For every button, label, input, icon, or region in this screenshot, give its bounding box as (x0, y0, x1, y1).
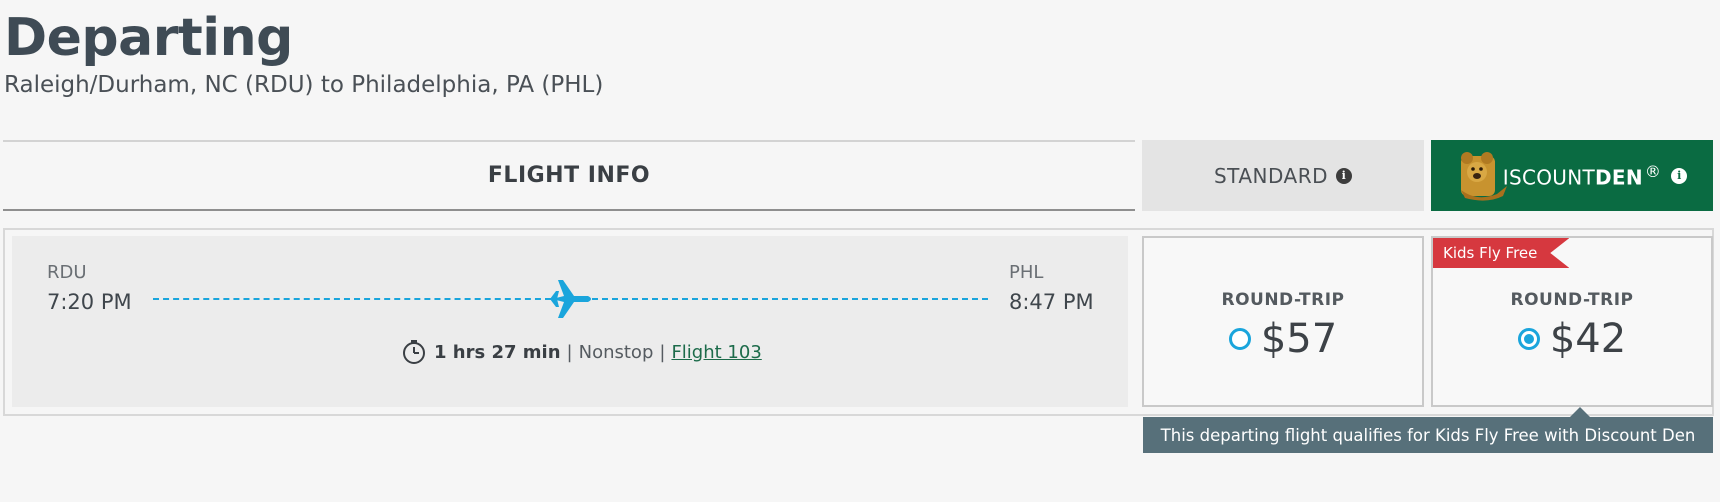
discount-den-fare-radio[interactable] (1517, 328, 1540, 350)
discount-den-fare-price-row: $42 (1433, 316, 1711, 362)
discount-den-logo: ISCOUNTDEN ® (1457, 150, 1661, 202)
discount-den-fare-price: $42 (1549, 316, 1627, 362)
standard-header-label: STANDARD (1213, 163, 1329, 188)
standard-fare-header: STANDARD i (1142, 140, 1424, 211)
depart-time: 7:20 PM (47, 290, 132, 314)
flight-meta: 1 hrs 27 min | Nonstop | Flight 103 (400, 338, 762, 366)
flight-number-link[interactable]: Flight 103 (671, 342, 761, 363)
kids-fly-free-tooltip: This departing flight qualifies for Kids… (1143, 417, 1713, 453)
stopwatch-icon (403, 340, 425, 364)
tooltip-arrow (1570, 407, 1590, 417)
standard-fare-option[interactable]: ROUND-TRIP $57 (1142, 236, 1424, 407)
standard-fare-price-row: $57 (1144, 316, 1422, 362)
discount-den-header: ISCOUNTDEN ® i (1431, 140, 1713, 211)
route-subtitle: Raleigh/Durham, NC (RDU) to Philadelphia… (4, 72, 604, 98)
standard-fare-type: ROUND-TRIP (1221, 290, 1345, 310)
discount-den-fare-option[interactable]: Kids Fly Free ROUND-TRIP $42 (1431, 236, 1713, 407)
origin-code: RDU (47, 262, 87, 283)
standard-fare-radio[interactable] (1228, 328, 1251, 350)
discount-den-wordmark: ISCOUNTDEN ® (1502, 161, 1662, 190)
discount-den-fare-type: ROUND-TRIP (1510, 290, 1634, 310)
meta-separator: | (566, 341, 573, 363)
arrive-time: 8:47 PM (1009, 290, 1094, 314)
flight-stops: Nonstop (578, 341, 654, 363)
kids-fly-free-badge: Kids Fly Free (1433, 238, 1570, 268)
flight-info-header: FLIGHT INFO (3, 140, 1135, 211)
flight-duration: 1 hrs 27 min (434, 341, 561, 363)
route-line-left (153, 298, 551, 300)
page: Departing Raleigh/Durham, NC (RDU) to Ph… (0, 0, 1720, 502)
standard-fare-price: $57 (1260, 316, 1338, 362)
airplane-icon (550, 280, 591, 318)
destination-code: PHL (1009, 262, 1044, 283)
discount-den-info-icon[interactable]: i (1671, 167, 1688, 184)
page-title: Departing (4, 8, 293, 68)
flight-info-header-label: FLIGHT INFO (487, 163, 651, 188)
bear-logo-icon (1460, 151, 1507, 201)
meta-separator: | (659, 341, 666, 363)
standard-info-icon[interactable]: i (1336, 167, 1353, 184)
route-line-right (592, 298, 988, 300)
